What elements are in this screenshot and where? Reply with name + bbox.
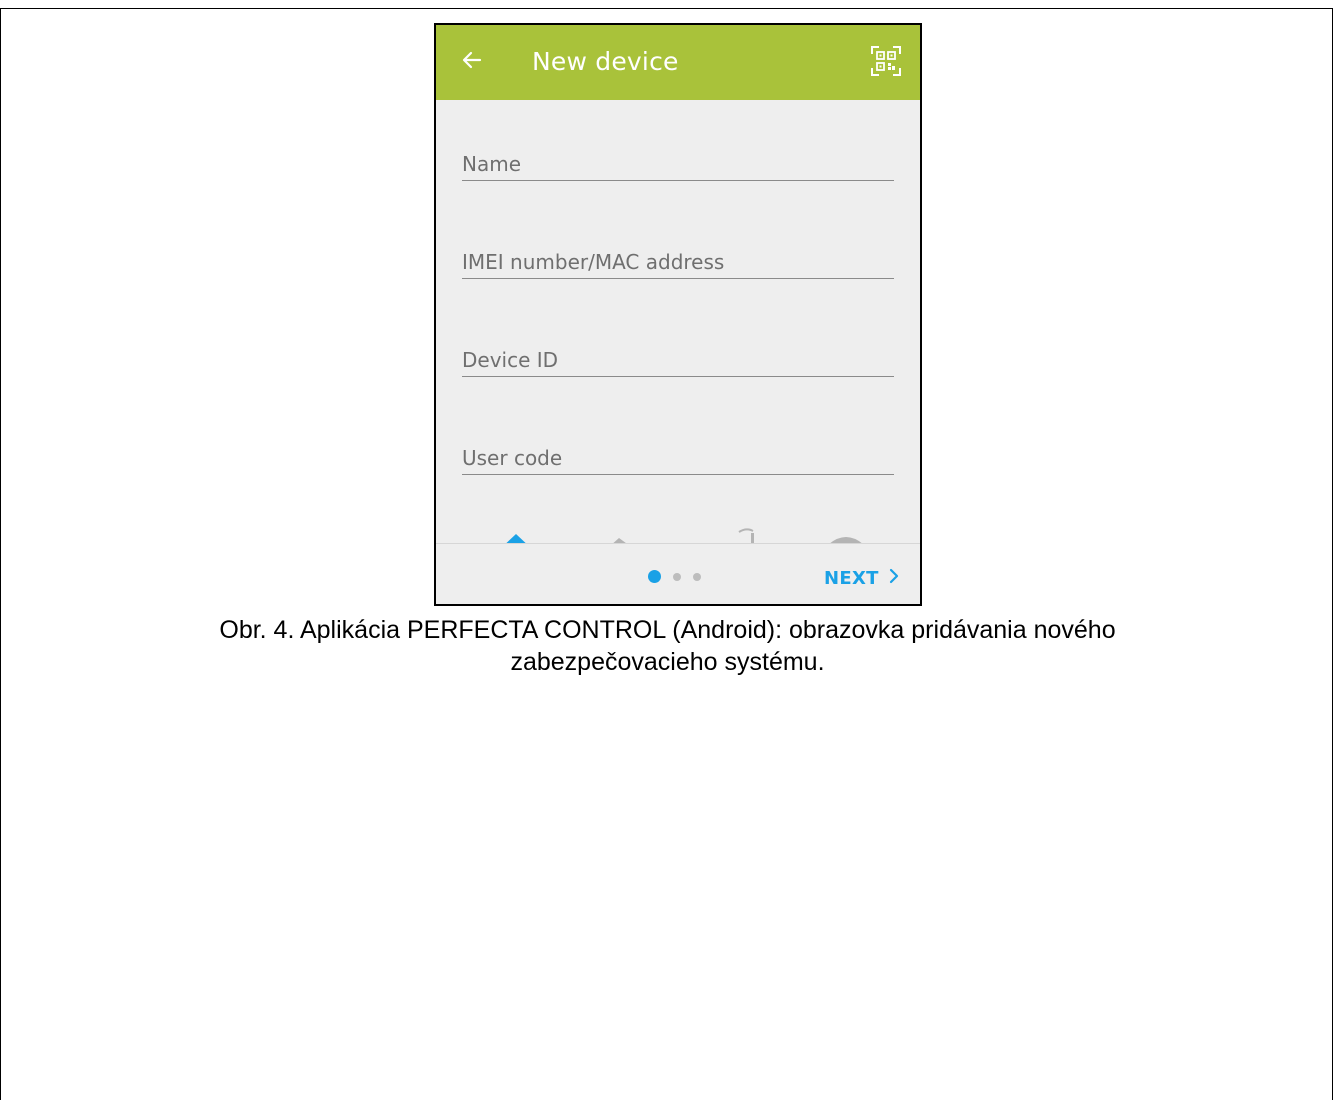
page-indicator [648,570,701,583]
name-input[interactable] [462,152,894,176]
back-button[interactable] [450,44,494,80]
device-id-field [462,331,894,377]
qr-scan-button[interactable] [866,43,906,83]
imei-mac-input[interactable] [462,250,894,274]
name-field [462,135,894,181]
user-code-field [462,429,894,475]
page-dot [673,572,681,581]
page-dot [693,572,701,581]
chevron-right-icon [889,568,899,589]
caption-line-1: Obr. 4. Aplikácia PERFECTA CONTROL (Andr… [219,616,1116,644]
phone-screen: New device Name IMEI number/MAC address … [434,23,922,606]
page-dot-active [648,570,661,583]
caption-line-2: zabezpečovacieho systému. [510,648,825,676]
imei-mac-field [462,233,894,279]
app-bar: New device [436,25,920,100]
next-label: NEXT [824,567,879,589]
user-code-input[interactable] [462,446,894,470]
page-title: New device [532,47,679,76]
arrow-left-icon [460,48,484,77]
next-button[interactable]: NEXT [824,566,899,590]
figure-caption: Obr. 4. Aplikácia PERFECTA CONTROL (Andr… [0,614,1335,678]
qr-code-scan-icon [870,45,902,82]
bottom-bar: NEXT [436,543,920,604]
device-id-input[interactable] [462,348,894,372]
